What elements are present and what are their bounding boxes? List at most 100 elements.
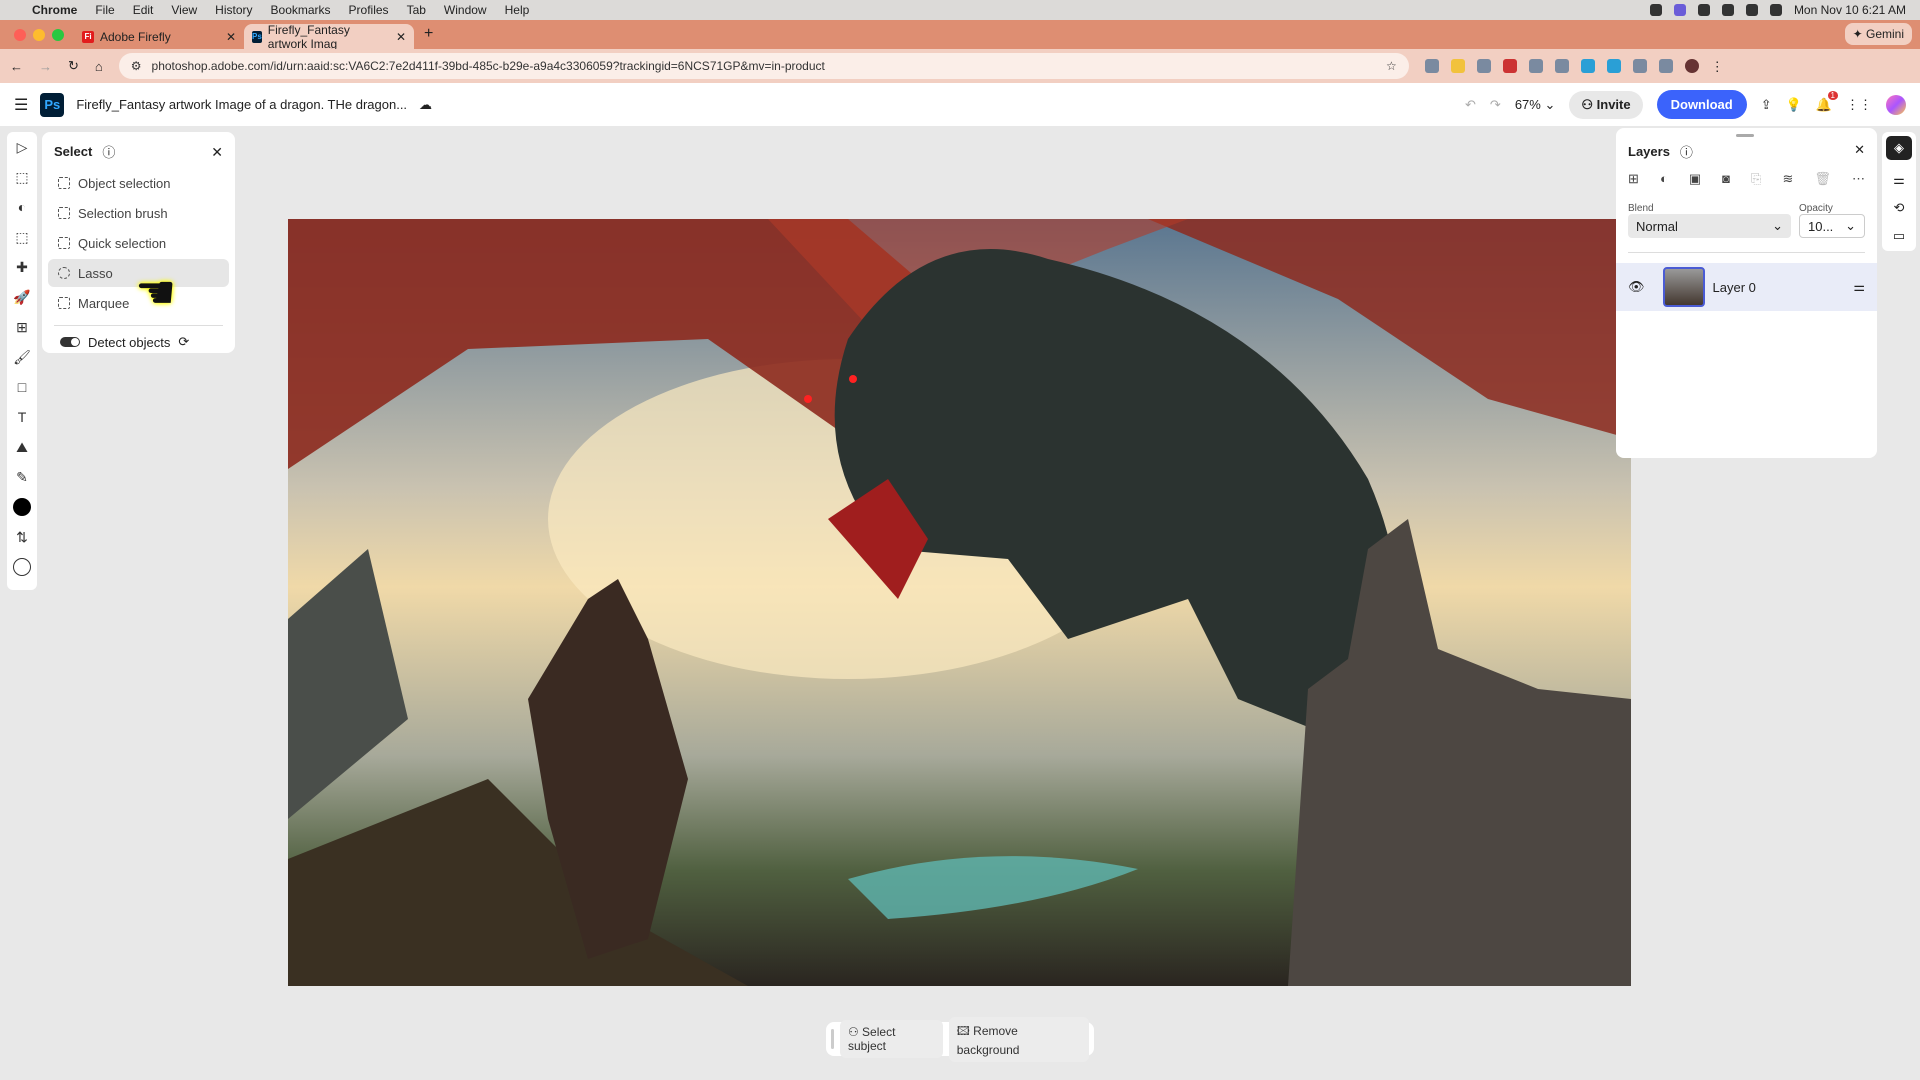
url-input[interactable]: ⚙ photoshop.adobe.com/id/urn:aaid:sc:VA6… [119, 53, 1409, 79]
select-tool-icon[interactable]: ⬚ [13, 168, 31, 186]
text-tool-icon[interactable]: T [13, 408, 31, 426]
home-icon[interactable]: ⌂ [95, 59, 103, 74]
extension-icon[interactable] [1555, 59, 1569, 73]
place-image-icon[interactable]: ⛰ [13, 438, 31, 456]
comments-icon[interactable]: ▭ [1893, 228, 1905, 244]
layer-stack-icon[interactable]: ≋ [1782, 171, 1793, 187]
status-icon[interactable] [1698, 4, 1710, 16]
add-layer-icon[interactable]: ⊞ [1628, 171, 1639, 187]
object-select-tool-icon[interactable]: ⬚ [13, 228, 31, 246]
eyedropper-icon[interactable]: ✎ [13, 468, 31, 486]
site-info-icon[interactable]: ⚙ [131, 59, 142, 73]
layer-row[interactable]: 👁 Layer 0 ⚌ [1616, 263, 1877, 311]
info-icon[interactable]: ⓘ [1680, 142, 1693, 161]
status-icon[interactable] [1674, 4, 1686, 16]
extension-icon[interactable] [1607, 59, 1621, 73]
extension-icon[interactable] [1477, 59, 1491, 73]
menu-history[interactable]: History [215, 3, 252, 17]
account-avatar[interactable] [1886, 95, 1906, 115]
menu-help[interactable]: Help [505, 3, 530, 17]
lightbulb-icon[interactable]: 💡 [1786, 97, 1802, 113]
object-selection-option[interactable]: Object selection [48, 169, 229, 197]
forward-icon[interactable]: → [39, 59, 52, 74]
menu-view[interactable]: View [171, 3, 197, 17]
blend-mode-dropdown[interactable]: Normal⌄ [1628, 214, 1791, 238]
extension-icon[interactable] [1451, 59, 1465, 73]
wifi-icon[interactable] [1746, 4, 1758, 16]
invite-button[interactable]: ⚇ Invite [1569, 91, 1642, 119]
document-title[interactable]: Firefly_Fantasy artwork Image of a drago… [76, 97, 407, 112]
mask-icon[interactable]: ▣ [1689, 171, 1701, 187]
quick-actions-icon[interactable]: 🚀 [13, 288, 31, 306]
menu-tab[interactable]: Tab [407, 3, 426, 17]
gemini-button[interactable]: ✦ Gemini [1845, 23, 1912, 45]
menu-window[interactable]: Window [444, 3, 487, 17]
quick-selection-option[interactable]: Quick selection [48, 229, 229, 257]
background-color-swatch[interactable] [13, 558, 31, 576]
heal-tool-icon[interactable]: ✚ [13, 258, 31, 276]
swap-colors-icon[interactable]: ⇅ [13, 528, 31, 546]
menu-app[interactable]: Chrome [32, 3, 77, 17]
detect-objects-toggle[interactable] [60, 337, 80, 347]
undo-icon[interactable]: ↶ [1465, 97, 1476, 113]
move-tool-icon[interactable]: ▷ [13, 138, 31, 156]
more-options-icon[interactable]: ⋯ [1852, 171, 1865, 187]
apps-grid-icon[interactable]: ⋮⋮ [1846, 97, 1872, 113]
extension-icon[interactable] [1425, 59, 1439, 73]
menu-file[interactable]: File [95, 3, 114, 17]
canvas-image[interactable] [288, 219, 1631, 986]
refresh-icon[interactable]: ⟳ [178, 334, 189, 350]
layer-properties-icon[interactable]: ⚌ [1853, 279, 1865, 295]
chrome-menu-icon[interactable]: ⋮ [1711, 59, 1725, 73]
clip-mask-icon[interactable]: ◙ [1722, 171, 1730, 187]
close-window-button[interactable] [14, 29, 26, 41]
drag-handle[interactable] [831, 1029, 834, 1049]
back-icon[interactable]: ← [10, 59, 23, 74]
photoshop-logo[interactable]: Ps [40, 93, 64, 117]
download-icon[interactable] [1659, 59, 1673, 73]
extension-icon[interactable] [1503, 59, 1517, 73]
close-tab-icon[interactable]: ✕ [226, 30, 236, 44]
close-tab-icon[interactable]: ✕ [396, 30, 406, 44]
extension-icon[interactable] [1581, 59, 1595, 73]
select-subject-button[interactable]: ⚇ Select subject [840, 1020, 943, 1058]
delete-icon[interactable]: 🗑 [1814, 171, 1831, 187]
menu-bookmarks[interactable]: Bookmarks [271, 3, 331, 17]
zoom-window-button[interactable] [52, 29, 64, 41]
tab-adobe-firefly[interactable]: Fi Adobe Firefly ✕ [74, 24, 244, 49]
download-button[interactable]: Download [1657, 90, 1747, 119]
opacity-dropdown[interactable]: 10...⌄ [1799, 214, 1865, 238]
adjustments-icon[interactable]: ⚌ [1893, 172, 1905, 188]
adjust-tool-icon[interactable]: ◐ [13, 198, 31, 216]
adjustment-layer-icon[interactable]: ◐ [1660, 171, 1668, 187]
drag-handle[interactable] [1736, 134, 1754, 137]
remove-background-button[interactable]: 🖾 Remove background [949, 1017, 1089, 1062]
menu-edit[interactable]: Edit [133, 3, 154, 17]
foreground-color-swatch[interactable] [13, 498, 31, 516]
close-icon[interactable]: ✕ [211, 144, 223, 161]
selection-brush-option[interactable]: Selection brush [48, 199, 229, 227]
status-icon[interactable] [1722, 4, 1734, 16]
profile-avatar[interactable] [1685, 59, 1699, 73]
extensions-puzzle-icon[interactable] [1633, 59, 1647, 73]
bookmark-star-icon[interactable]: ☆ [1386, 59, 1397, 73]
redo-icon[interactable]: ↷ [1490, 97, 1501, 113]
status-icon[interactable] [1650, 4, 1662, 16]
new-tab-button[interactable]: + [414, 25, 443, 49]
add-ons-icon[interactable]: ⊞ [13, 318, 31, 336]
reload-icon[interactable]: ↻ [68, 58, 79, 74]
shape-tool-icon[interactable]: □ [13, 378, 31, 396]
share-icon[interactable]: ⇪ [1761, 97, 1772, 113]
layers-icon[interactable]: ◈ [1886, 136, 1912, 160]
minimize-window-button[interactable] [33, 29, 45, 41]
link-icon[interactable]: ⎘ [1751, 171, 1761, 187]
menu-profiles[interactable]: Profiles [349, 3, 389, 17]
info-icon[interactable]: ⓘ [102, 142, 115, 161]
search-icon[interactable] [1770, 4, 1782, 16]
zoom-dropdown[interactable]: 67% ⌄ [1515, 97, 1556, 113]
visibility-eye-icon[interactable]: 👁 [1628, 279, 1645, 295]
tab-photoshop[interactable]: Ps Firefly_Fantasy artwork Imag ✕ [244, 24, 414, 49]
notifications-icon[interactable]: 🔔1 [1816, 97, 1832, 113]
extension-icon[interactable] [1529, 59, 1543, 73]
brush-tool-icon[interactable]: 🖌 [13, 348, 31, 366]
